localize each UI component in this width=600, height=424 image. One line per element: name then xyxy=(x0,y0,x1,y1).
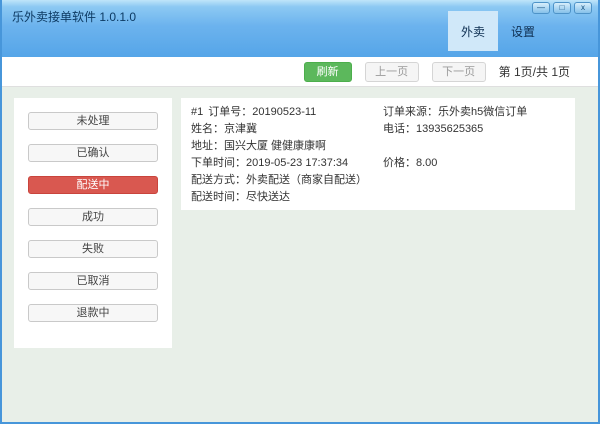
sidebar-item-unprocessed[interactable]: 未处理 xyxy=(28,112,158,130)
order-row: 下单时间：2019-05-23 17:37:34 价格：8.00 xyxy=(191,155,575,172)
order-time-value: 2019-05-23 17:37:34 xyxy=(246,157,349,169)
delivery-method: 配送方式：外卖配送（商家自配送） xyxy=(191,172,383,189)
sidebar-item-delivering[interactable]: 配送中 xyxy=(28,176,158,194)
toolbar: 刷新 上一页 下一页 第 1页/共 1页 xyxy=(2,57,598,87)
next-page-button[interactable]: 下一页 xyxy=(431,61,486,82)
close-button[interactable]: x xyxy=(574,2,592,14)
close-icon: x xyxy=(581,3,585,12)
tab-takeout-label: 外卖 xyxy=(460,24,485,39)
order-source-label: 订单来源： xyxy=(383,106,438,118)
sidebar-item-cancelled[interactable]: 已取消 xyxy=(28,272,158,290)
order-number-label: 订单号： xyxy=(208,106,253,118)
order-price-label: 价格： xyxy=(383,157,416,169)
order-source: 订单来源：乐外卖h5微信订单 xyxy=(383,104,527,121)
prev-page-button[interactable]: 上一页 xyxy=(364,61,419,82)
sidebar-item-confirmed[interactable]: 已确认 xyxy=(28,144,158,162)
delivery-method-label: 配送方式： xyxy=(191,174,246,186)
customer-name: 姓名：京津冀 xyxy=(191,121,383,138)
tab-bar: 外卖 设置 xyxy=(448,11,548,51)
order-row: 姓名：京津冀 电话：13935625365 xyxy=(191,121,575,138)
sidebar-item-refunding[interactable]: 退款中 xyxy=(28,304,158,322)
tab-settings[interactable]: 设置 xyxy=(498,11,548,51)
customer-phone: 电话：13935625365 xyxy=(383,121,483,138)
page-indicator: 第 1页/共 1页 xyxy=(498,65,570,79)
order-price: 价格：8.00 xyxy=(383,155,437,172)
customer-name-label: 姓名： xyxy=(191,123,224,135)
order-number-value: 20190523-11 xyxy=(252,106,317,118)
delivery-time: 配送时间：尽快送达 xyxy=(191,189,383,206)
window-title: 乐外卖接单软件 1.0.1.0 xyxy=(12,10,137,24)
maximize-button[interactable]: □ xyxy=(553,2,571,14)
content-area: 未处理 已确认 配送中 成功 失败 已取消 退款中 #1 订单号：20190523… xyxy=(2,87,598,422)
order-row: #1 订单号：20190523-11 订单来源：乐外卖h5微信订单 xyxy=(191,104,575,121)
tab-takeout[interactable]: 外卖 xyxy=(448,11,498,51)
order-index: #1 xyxy=(191,106,204,118)
maximize-icon: □ xyxy=(559,3,565,12)
title-bar: 乐外卖接单软件 1.0.1.0 — □ x 外卖 设置 xyxy=(2,0,598,57)
order-row: 配送方式：外卖配送（商家自配送） xyxy=(191,172,575,189)
sidebar-item-failed[interactable]: 失败 xyxy=(28,240,158,258)
order-time: 下单时间：2019-05-23 17:37:34 xyxy=(191,155,383,172)
customer-address: 地址：国兴大厦 健健康康啊 xyxy=(191,138,383,155)
customer-address-value: 国兴大厦 健健康康啊 xyxy=(224,140,327,152)
delivery-time-value: 尽快送达 xyxy=(246,191,290,203)
tab-settings-label: 设置 xyxy=(510,24,535,39)
sidebar-item-success[interactable]: 成功 xyxy=(28,208,158,226)
order-number: #1 订单号：20190523-11 xyxy=(191,104,383,121)
customer-name-value: 京津冀 xyxy=(224,123,257,135)
order-time-label: 下单时间： xyxy=(191,157,246,169)
order-price-value: 8.00 xyxy=(416,157,438,169)
order-row: 配送时间：尽快送达 xyxy=(191,189,575,206)
customer-phone-value: 13935625365 xyxy=(416,123,484,135)
refresh-button[interactable]: 刷新 xyxy=(303,61,352,82)
customer-phone-label: 电话： xyxy=(383,123,416,135)
status-sidebar: 未处理 已确认 配送中 成功 失败 已取消 退款中 xyxy=(14,98,172,348)
order-source-value: 乐外卖h5微信订单 xyxy=(438,106,528,118)
order-row: 地址：国兴大厦 健健康康啊 xyxy=(191,138,575,155)
order-detail-card: #1 订单号：20190523-11 订单来源：乐外卖h5微信订单 姓名：京津冀 … xyxy=(181,98,575,210)
app-window: 乐外卖接单软件 1.0.1.0 — □ x 外卖 设置 刷新 上一页 下一页 第… xyxy=(0,0,600,424)
customer-address-label: 地址： xyxy=(191,140,224,152)
delivery-method-value: 外卖配送（商家自配送） xyxy=(246,174,367,186)
delivery-time-label: 配送时间： xyxy=(191,191,246,203)
